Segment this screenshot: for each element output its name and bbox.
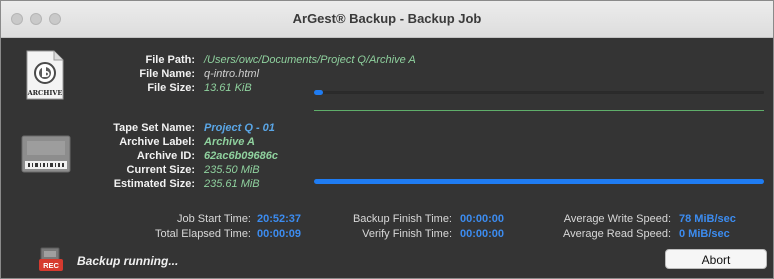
archive-label-value: Archive A: [204, 136, 255, 148]
archive-id-value: 62ac6b09686c: [204, 150, 279, 162]
average-read-speed-label: Average Read Speed:: [562, 228, 671, 240]
backup-job-window: ArGest® Backup - Backup Job ARCHIVE File…: [0, 0, 774, 279]
verify-finish-time-value: 00:00:00: [460, 228, 505, 240]
status-text: Backup running...: [77, 254, 179, 268]
estimated-size-value: 235.61 MiB: [204, 178, 260, 190]
svg-text:ARCHIVE: ARCHIVE: [27, 89, 63, 97]
backup-finish-time-label: Backup Finish Time:: [352, 213, 452, 225]
average-write-speed-value: 78 MiB/sec: [679, 213, 736, 225]
archive-id-label: Archive ID:: [136, 150, 195, 162]
file-progress-bar: [314, 90, 764, 95]
abort-button[interactable]: Abort: [665, 249, 767, 269]
backup-finish-time-value: 00:00:00: [460, 213, 505, 225]
archive-file-icon: ARCHIVE: [25, 50, 65, 100]
svg-text:REC: REC: [43, 261, 59, 270]
recording-icon: REC: [38, 246, 64, 272]
job-start-time-label: Job Start Time:: [177, 213, 251, 225]
average-read-speed-value: 0 MiB/sec: [679, 228, 730, 240]
titlebar: ArGest® Backup - Backup Job: [1, 1, 773, 38]
file-path-label: File Path:: [145, 54, 195, 66]
total-elapsed-time-label: Total Elapsed Time:: [155, 228, 251, 240]
section-divider: [314, 110, 764, 111]
estimated-size-label: Estimated Size:: [113, 178, 195, 190]
verify-finish-time-label: Verify Finish Time:: [362, 228, 452, 240]
file-size-label: File Size:: [147, 82, 195, 94]
job-content: ARCHIVE File Path: /Users/owc/Documents/…: [1, 38, 773, 278]
window-title: ArGest® Backup - Backup Job: [292, 11, 482, 26]
job-start-time-value: 20:52:37: [257, 213, 302, 225]
tape-cartridge-icon: [21, 135, 71, 173]
average-write-speed-label: Average Write Speed:: [563, 213, 671, 225]
file-progress-fill: [314, 90, 323, 95]
file-name-value: q-intro.html: [204, 68, 260, 80]
current-size-value: 235.50 MiB: [204, 164, 260, 176]
tape-set-name-value: Project Q - 01: [204, 122, 275, 134]
tape-set-name-label: Tape Set Name:: [113, 122, 195, 134]
total-elapsed-time-value: 00:00:09: [257, 228, 302, 240]
archive-label-label: Archive Label:: [119, 136, 195, 148]
file-name-label: File Name:: [139, 68, 195, 80]
tape-progress-bar: [314, 179, 764, 184]
current-size-label: Current Size:: [126, 164, 195, 176]
file-path-value: /Users/owc/Documents/Project Q/Archive A: [204, 54, 416, 66]
file-size-value: 13.61 KiB: [204, 82, 252, 94]
tape-progress-fill: [314, 179, 764, 184]
